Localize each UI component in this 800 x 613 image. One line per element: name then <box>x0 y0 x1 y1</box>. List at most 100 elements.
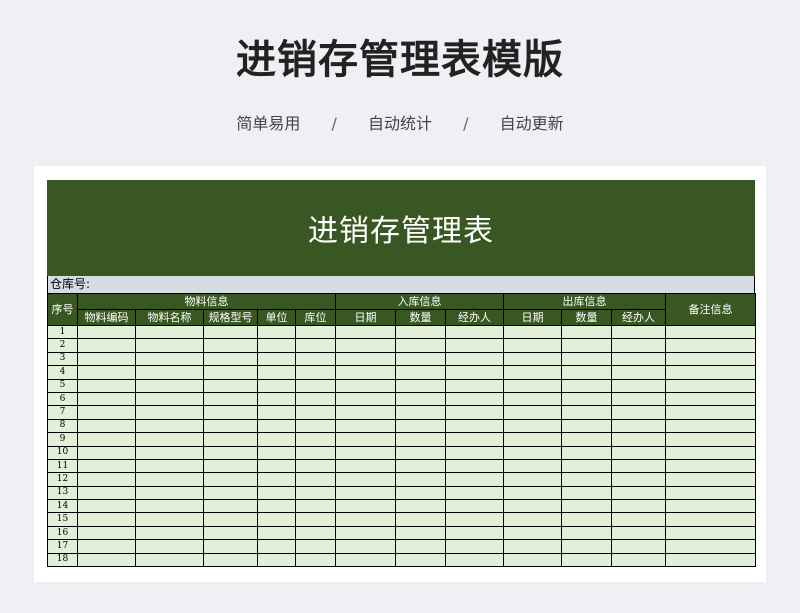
table-cell[interactable] <box>611 378 666 393</box>
table-cell[interactable] <box>665 472 756 487</box>
table-cell[interactable] <box>395 458 446 474</box>
table-cell[interactable] <box>561 338 612 353</box>
table-cell[interactable] <box>561 539 612 554</box>
table-cell[interactable] <box>611 391 666 407</box>
table-cell[interactable] <box>395 485 446 501</box>
table-cell[interactable] <box>665 351 756 367</box>
table-cell[interactable] <box>503 485 562 501</box>
table-cell[interactable] <box>503 525 562 541</box>
table-cell[interactable] <box>295 378 336 393</box>
table-cell[interactable] <box>77 391 136 407</box>
table-cell[interactable] <box>395 391 446 407</box>
table-cell[interactable] <box>257 432 296 447</box>
table-cell[interactable] <box>257 324 296 340</box>
table-cell[interactable] <box>257 378 296 393</box>
table-cell[interactable] <box>335 485 396 501</box>
table-cell[interactable] <box>503 365 562 380</box>
table-cell[interactable] <box>561 552 612 568</box>
table-cell[interactable] <box>77 512 136 527</box>
table-cell[interactable] <box>611 525 666 541</box>
table-cell[interactable] <box>203 552 258 568</box>
table-cell[interactable] <box>335 552 396 568</box>
table-cell[interactable] <box>203 499 258 514</box>
table-cell[interactable] <box>135 338 204 353</box>
table-cell[interactable] <box>135 539 204 554</box>
table-cell[interactable] <box>335 405 396 420</box>
table-cell[interactable] <box>257 499 296 514</box>
table-cell[interactable] <box>77 525 136 541</box>
table-cell[interactable] <box>295 472 336 487</box>
table-cell[interactable] <box>203 512 258 527</box>
table-cell[interactable] <box>77 351 136 367</box>
table-cell[interactable] <box>257 365 296 380</box>
table-cell[interactable] <box>611 445 666 460</box>
table-cell[interactable] <box>135 525 204 541</box>
table-cell[interactable] <box>445 405 504 420</box>
table-cell[interactable] <box>203 418 258 434</box>
table-cell[interactable] <box>561 391 612 407</box>
table-cell[interactable] <box>665 525 756 541</box>
table-cell[interactable] <box>611 432 666 447</box>
table-cell[interactable] <box>395 405 446 420</box>
table-cell[interactable] <box>395 499 446 514</box>
table-cell[interactable] <box>257 512 296 527</box>
table-cell[interactable] <box>611 351 666 367</box>
table-cell[interactable] <box>295 525 336 541</box>
table-cell[interactable] <box>503 445 562 460</box>
table-cell[interactable] <box>295 512 336 527</box>
table-cell[interactable] <box>445 458 504 474</box>
table-cell[interactable] <box>257 351 296 367</box>
table-cell[interactable] <box>77 539 136 554</box>
table-cell[interactable] <box>611 539 666 554</box>
table-cell[interactable] <box>295 338 336 353</box>
table-cell[interactable] <box>665 485 756 501</box>
table-cell[interactable] <box>395 539 446 554</box>
table-cell[interactable] <box>335 324 396 340</box>
table-cell[interactable] <box>203 405 258 420</box>
table-cell[interactable] <box>503 432 562 447</box>
table-cell[interactable] <box>257 338 296 353</box>
table-cell[interactable] <box>203 432 258 447</box>
table-cell[interactable] <box>503 418 562 434</box>
table-cell[interactable] <box>135 391 204 407</box>
table-cell[interactable] <box>77 378 136 393</box>
table-cell[interactable] <box>665 365 756 380</box>
table-cell[interactable] <box>335 458 396 474</box>
table-cell[interactable] <box>395 324 446 340</box>
table-cell[interactable] <box>503 351 562 367</box>
table-cell[interactable] <box>135 499 204 514</box>
table-cell[interactable] <box>135 552 204 568</box>
table-cell[interactable] <box>665 338 756 353</box>
table-cell[interactable] <box>445 445 504 460</box>
table-cell[interactable] <box>135 458 204 474</box>
table-cell[interactable] <box>77 338 136 353</box>
table-cell[interactable] <box>445 351 504 367</box>
table-cell[interactable] <box>665 418 756 434</box>
table-cell[interactable] <box>335 351 396 367</box>
table-cell[interactable] <box>295 458 336 474</box>
table-cell[interactable] <box>445 485 504 501</box>
table-cell[interactable] <box>335 378 396 393</box>
table-cell[interactable] <box>561 472 612 487</box>
table-cell[interactable] <box>503 338 562 353</box>
table-cell[interactable] <box>77 418 136 434</box>
table-cell[interactable] <box>561 432 612 447</box>
table-cell[interactable] <box>257 458 296 474</box>
table-cell[interactable] <box>77 552 136 568</box>
table-cell[interactable] <box>77 472 136 487</box>
table-cell[interactable] <box>395 472 446 487</box>
table-cell[interactable] <box>203 445 258 460</box>
table-cell[interactable] <box>611 552 666 568</box>
table-cell[interactable] <box>77 365 136 380</box>
table-cell[interactable] <box>135 351 204 367</box>
table-cell[interactable] <box>611 472 666 487</box>
table-cell[interactable] <box>395 512 446 527</box>
table-cell[interactable] <box>445 472 504 487</box>
table-cell[interactable] <box>445 418 504 434</box>
table-cell[interactable] <box>611 458 666 474</box>
table-cell[interactable] <box>445 432 504 447</box>
table-cell[interactable] <box>561 378 612 393</box>
table-cell[interactable] <box>135 445 204 460</box>
table-cell[interactable] <box>445 391 504 407</box>
table-cell[interactable] <box>295 539 336 554</box>
